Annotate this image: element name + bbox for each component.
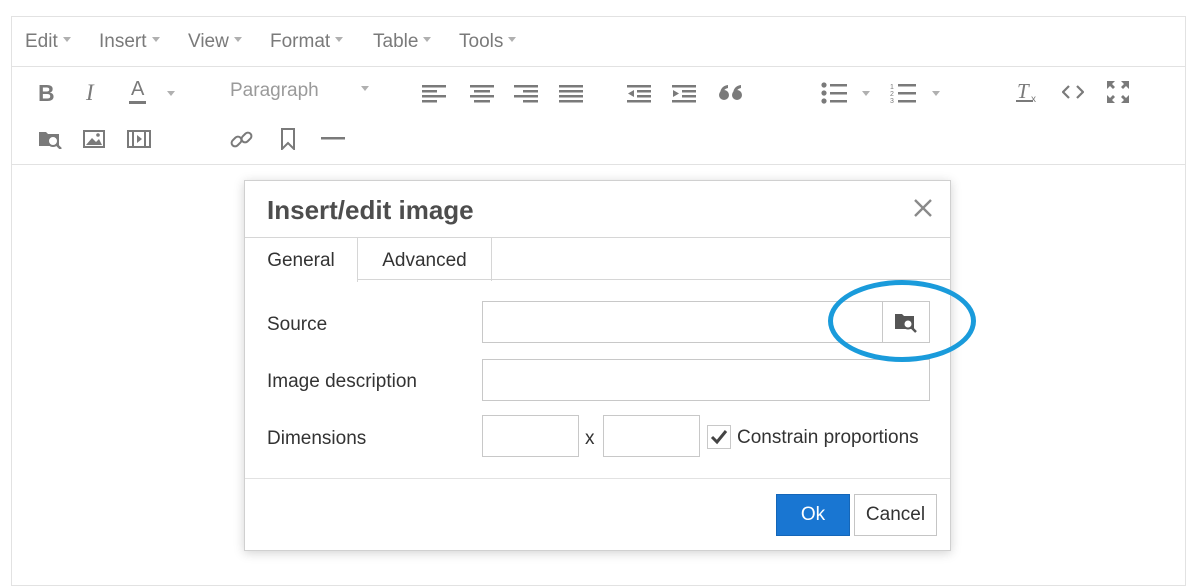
horizontal-rule-icon[interactable] <box>321 137 345 141</box>
cancel-button[interactable]: Cancel <box>854 494 937 536</box>
menu-table-label: Table <box>373 31 419 52</box>
align-justify-icon[interactable] <box>559 84 583 104</box>
bold-icon[interactable]: B <box>38 81 55 105</box>
indent-icon[interactable] <box>672 84 696 104</box>
tab-advanced[interactable]: Advanced <box>358 238 492 281</box>
chevron-down-icon <box>233 37 242 43</box>
block-format-select[interactable]: Paragraph <box>230 80 369 102</box>
constrain-proportions-label: Constrain proportions <box>737 427 919 448</box>
close-icon[interactable] <box>913 198 933 218</box>
chevron-down-icon <box>508 37 517 43</box>
image-icon[interactable] <box>83 130 105 148</box>
align-left-icon[interactable] <box>422 84 446 104</box>
svg-text:3: 3 <box>890 98 894 104</box>
menu-tools-label: Tools <box>459 31 504 52</box>
source-code-icon[interactable] <box>1062 83 1084 101</box>
chevron-down-icon[interactable] <box>167 91 175 96</box>
align-right-icon[interactable] <box>514 84 538 104</box>
align-center-icon[interactable] <box>470 84 494 104</box>
image-description-label: Image description <box>267 371 417 392</box>
fullscreen-icon[interactable] <box>1106 80 1130 104</box>
dimensions-separator: x <box>585 428 595 449</box>
insert-image-dialog: Insert/edit image General Advanced Sourc… <box>244 180 951 551</box>
menubar: Edit Insert View Format Table Tools <box>12 17 1185 67</box>
chevron-down-icon <box>360 86 369 92</box>
file-browser-icon[interactable] <box>38 129 62 149</box>
menu-edit-label: Edit <box>25 31 58 52</box>
svg-text:2: 2 <box>890 91 894 98</box>
tab-general[interactable]: General <box>245 238 358 282</box>
source-label: Source <box>267 314 328 335</box>
height-input[interactable] <box>603 415 700 457</box>
svg-text:T: T <box>1017 80 1030 103</box>
chevron-down-icon <box>335 37 344 43</box>
svg-text:x: x <box>1031 94 1036 104</box>
menu-insert-label: Insert <box>99 31 147 52</box>
menu-view-label: View <box>188 31 229 52</box>
menu-edit[interactable]: Edit <box>25 31 71 53</box>
constrain-proportions-checkbox[interactable] <box>707 425 731 449</box>
toolbar: B I A Paragraph 123 Tx <box>12 67 1185 165</box>
menu-format[interactable]: Format <box>270 31 344 53</box>
chevron-down-icon <box>62 37 71 43</box>
link-icon[interactable] <box>230 129 254 151</box>
ok-button[interactable]: Ok <box>776 494 850 536</box>
italic-icon[interactable]: I <box>86 81 94 105</box>
text-color-icon[interactable]: A <box>129 79 147 104</box>
bullet-list-icon[interactable] <box>821 82 847 104</box>
svg-text:1: 1 <box>890 84 894 91</box>
chevron-down-icon[interactable] <box>862 91 870 96</box>
dimensions-label: Dimensions <box>267 428 367 449</box>
menu-tools[interactable]: Tools <box>459 31 517 53</box>
bookmark-icon[interactable] <box>280 128 296 150</box>
source-input[interactable] <box>482 301 883 343</box>
outdent-icon[interactable] <box>627 84 651 104</box>
menu-view[interactable]: View <box>188 31 242 53</box>
chevron-down-icon <box>423 37 432 43</box>
menu-format-label: Format <box>270 31 331 52</box>
dialog-tabs: General Advanced <box>245 237 950 282</box>
chevron-down-icon <box>151 37 160 43</box>
menu-insert[interactable]: Insert <box>99 31 160 53</box>
block-format-label: Paragraph <box>230 80 319 101</box>
image-description-input[interactable] <box>482 359 930 401</box>
media-icon[interactable] <box>127 130 151 148</box>
width-input[interactable] <box>482 415 579 457</box>
chevron-down-icon[interactable] <box>932 91 940 96</box>
dialog-title: Insert/edit image <box>267 195 474 225</box>
clear-formatting-icon[interactable]: Tx <box>1015 80 1041 104</box>
numbered-list-icon[interactable]: 123 <box>890 82 916 104</box>
blockquote-icon[interactable] <box>718 83 744 103</box>
dialog-footer-divider <box>245 478 950 479</box>
menu-table[interactable]: Table <box>373 31 432 53</box>
browse-button[interactable] <box>882 301 930 343</box>
